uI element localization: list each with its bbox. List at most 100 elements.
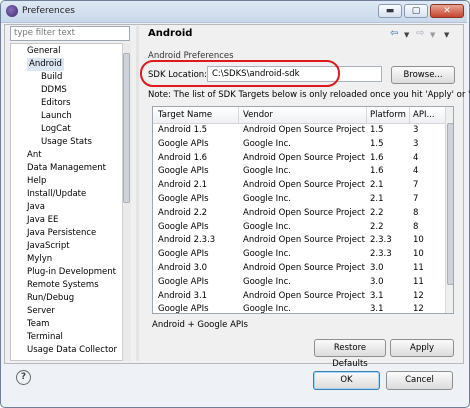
table-cell: 3.0 bbox=[370, 263, 384, 273]
forward-menu-chevron-icon[interactable]: ▼ bbox=[430, 31, 435, 39]
tree-item[interactable]: Install/Update bbox=[27, 188, 86, 201]
col-header-vendor[interactable]: Vendor bbox=[243, 110, 273, 120]
table-row[interactable]: Android 2.3.3 Android Open Source Project… bbox=[153, 234, 453, 248]
col-header-target-name[interactable]: Target Name bbox=[158, 110, 212, 120]
tree-item[interactable]: Editors bbox=[41, 97, 71, 110]
table-row[interactable]: Android 3.1 Android Open Source Project 3.… bbox=[153, 290, 453, 304]
column-divider[interactable] bbox=[409, 107, 410, 123]
view-menu-chevron-icon[interactable]: ▼ bbox=[444, 31, 449, 39]
forward-arrow-icon[interactable]: ⇨ bbox=[416, 28, 424, 39]
eclipse-icon bbox=[6, 5, 18, 17]
apply-button[interactable]: Apply bbox=[390, 339, 454, 357]
tree-item[interactable]: Plug-in Development bbox=[27, 266, 116, 279]
back-menu-chevron-icon[interactable]: ▼ bbox=[404, 31, 409, 39]
tree-item[interactable]: Usage Data Collector bbox=[27, 344, 117, 357]
tree-item[interactable]: Mylyn bbox=[27, 253, 52, 266]
tree-item[interactable]: Build bbox=[41, 71, 62, 84]
tree-item[interactable]: Team bbox=[27, 318, 49, 331]
tree-item[interactable]: Java Persistence bbox=[27, 227, 96, 240]
table-cell: 11 bbox=[413, 276, 424, 287]
sash-divider[interactable] bbox=[136, 26, 139, 361]
tree-item[interactable]: Android bbox=[27, 58, 64, 71]
table-cell: Google APIs bbox=[158, 304, 209, 314]
table-cell: 12 bbox=[413, 290, 424, 301]
table-cell: 4 bbox=[413, 152, 419, 163]
column-divider[interactable] bbox=[366, 107, 367, 123]
table-cell: 2.3.3 bbox=[370, 249, 392, 260]
selected-target-status: Android + Google APIs bbox=[152, 320, 248, 330]
table-row[interactable]: Android 2.1 Android Open Source Project 2.… bbox=[153, 179, 453, 193]
tree-item[interactable]: Java EE bbox=[27, 214, 58, 227]
tree-item[interactable]: Launch bbox=[41, 110, 72, 123]
tree-scroll-thumb[interactable] bbox=[123, 53, 130, 203]
table-row[interactable]: Google APIs Google Inc. 2.3.3 10 bbox=[153, 248, 453, 262]
table-row[interactable]: Google APIs Google Inc. 3.0 11 bbox=[153, 276, 453, 290]
table-row[interactable]: Google APIs Google Inc. 1.5 3 bbox=[153, 138, 453, 152]
table-row[interactable]: Android 1.5 Android Open Source Project 1.… bbox=[153, 124, 453, 138]
table-cell: 3.1 bbox=[370, 304, 384, 314]
window-title: Preferences bbox=[22, 6, 75, 16]
table-cell: 2.2 bbox=[370, 207, 384, 218]
table-cell: Google Inc. bbox=[243, 304, 291, 314]
help-icon[interactable]: ? bbox=[16, 370, 31, 385]
ok-button[interactable]: OK bbox=[313, 371, 380, 390]
col-header-api[interactable]: API... bbox=[413, 110, 435, 120]
table-cell: Android 3.0 bbox=[158, 263, 208, 273]
table-cell: Android Open Source Project bbox=[243, 207, 365, 218]
table-cell: 2.3.3 bbox=[370, 235, 392, 246]
table-cell: Google APIs bbox=[158, 194, 209, 204]
table-cell: Google Inc. bbox=[243, 138, 291, 149]
table-row[interactable]: Android 3.0 Android Open Source Project 3.… bbox=[153, 262, 453, 276]
tree-item[interactable]: Server bbox=[27, 305, 55, 318]
table-cell: 10 bbox=[413, 249, 424, 260]
minimize-button[interactable]: ▬ bbox=[378, 4, 402, 18]
table-cell: Android 1.6 bbox=[158, 152, 208, 163]
table-cell: Google Inc. bbox=[243, 249, 291, 260]
cancel-button[interactable]: Cancel bbox=[386, 371, 453, 390]
table-cell: 3 bbox=[413, 138, 419, 149]
tree-item[interactable]: General bbox=[27, 45, 61, 58]
table-row[interactable]: Google APIs Google Inc. 3.1 12 bbox=[153, 303, 453, 314]
tree-item[interactable]: Data Management bbox=[27, 162, 106, 175]
table-cell: Google Inc. bbox=[243, 221, 291, 232]
filter-input[interactable]: type filter text bbox=[10, 26, 130, 41]
column-divider[interactable] bbox=[238, 107, 239, 123]
tree-item[interactable]: Remote Systems bbox=[27, 279, 99, 292]
col-header-platform[interactable]: Platform bbox=[370, 110, 406, 120]
tree-item[interactable]: Usage Stats bbox=[41, 136, 92, 149]
table-cell: 7 bbox=[413, 180, 419, 191]
table-row[interactable]: Android 1.6 Android Open Source Project 1.… bbox=[153, 152, 453, 166]
table-cell: 3.1 bbox=[370, 290, 384, 301]
tree-item[interactable]: Help bbox=[27, 175, 46, 188]
tree-item[interactable]: Ant bbox=[27, 149, 42, 162]
tree-item[interactable]: DDMS bbox=[41, 84, 67, 97]
table-cell: 1.6 bbox=[370, 166, 384, 177]
table-cell: Android 3.1 bbox=[158, 290, 208, 301]
table-cell: Android Open Source Project bbox=[243, 180, 365, 191]
table-cell: Google APIs bbox=[158, 276, 209, 287]
table-cell: Google APIs bbox=[158, 249, 209, 260]
table-row[interactable]: Google APIs Google Inc. 1.6 4 bbox=[153, 165, 453, 179]
tree-item[interactable]: Java bbox=[27, 201, 45, 214]
tree-item[interactable]: LogCat bbox=[41, 123, 71, 136]
tree-item[interactable]: Terminal bbox=[27, 331, 63, 344]
table-scroll-thumb[interactable] bbox=[447, 123, 453, 285]
table-cell: 2.2 bbox=[370, 221, 384, 232]
table-cell: Google APIs bbox=[158, 166, 209, 177]
tree-item[interactable]: Run/Debug bbox=[27, 292, 74, 305]
table-row[interactable]: Google APIs Google Inc. 2.2 8 bbox=[153, 221, 453, 235]
table-cell: Android Open Source Project bbox=[243, 125, 365, 135]
back-arrow-icon[interactable]: ⇦ bbox=[390, 28, 398, 39]
close-button[interactable]: ✕ bbox=[430, 4, 464, 18]
table-cell: Android 1.5 bbox=[158, 125, 208, 135]
table-scrollbar[interactable] bbox=[445, 107, 453, 313]
table-cell: Google Inc. bbox=[243, 166, 291, 177]
browse-button[interactable]: Browse... bbox=[391, 66, 455, 84]
table-row[interactable]: Google APIs Google Inc. 2.1 7 bbox=[153, 193, 453, 207]
table-row[interactable]: Android 2.2 Android Open Source Project 2.… bbox=[153, 207, 453, 221]
table-cell: Android Open Source Project bbox=[243, 263, 365, 273]
restore-defaults-button[interactable]: Restore Defaults bbox=[314, 339, 386, 369]
maximize-button[interactable]: ▢ bbox=[404, 4, 428, 18]
table-cell: 3 bbox=[413, 125, 419, 135]
tree-item[interactable]: JavaScript bbox=[27, 240, 70, 253]
